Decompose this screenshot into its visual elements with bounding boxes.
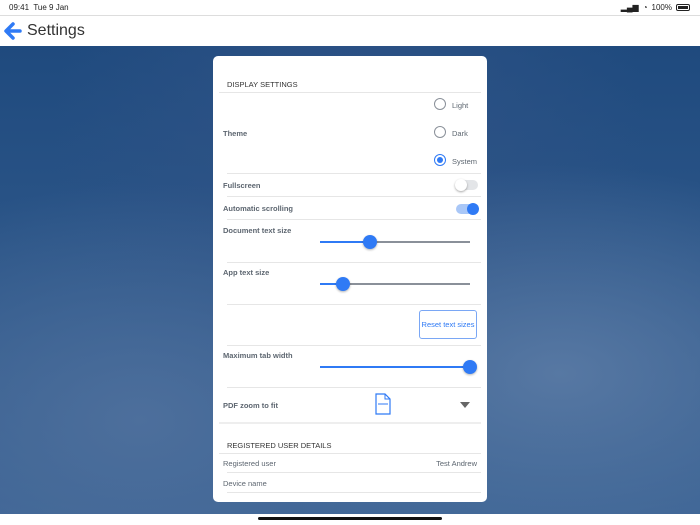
signal-icon: ▂▄▆ (620, 3, 639, 12)
theme-light-label: Light (452, 101, 469, 110)
status-indicators: ▂▄▆ ◔ 100% (621, 3, 690, 12)
auto-scroll-label: Automatic scrolling (223, 204, 294, 213)
back-button[interactable] (3, 21, 23, 46)
registered-user-value: Test Andrew (436, 459, 477, 468)
dropdown-arrow-icon[interactable] (460, 402, 470, 408)
wifi-icon: ◔ (642, 3, 648, 12)
nav-bar: Settings (0, 15, 700, 46)
doc-text-size-label: Document text size (223, 226, 292, 235)
theme-system-label: System (452, 157, 478, 166)
auto-scroll-toggle[interactable] (456, 203, 479, 215)
max-tab-width-slider[interactable] (320, 360, 477, 374)
fullscreen-toggle[interactable] (455, 179, 478, 191)
page-title: Settings (27, 22, 85, 39)
slider-thumb[interactable] (463, 360, 477, 374)
battery-percent: 100% (651, 3, 672, 12)
app-text-size-slider[interactable] (320, 277, 470, 291)
battery-icon (676, 4, 690, 11)
theme-system-radio[interactable] (434, 154, 446, 166)
device-name-label: Device name (223, 479, 267, 488)
theme-dark-radio[interactable] (434, 126, 446, 138)
back-arrow-icon (4, 22, 22, 40)
app-text-size-label: App text size (223, 268, 270, 277)
registered-user-header: REGISTERED USER DETAILS (227, 441, 332, 450)
fit-width-page-icon[interactable] (375, 393, 391, 415)
pdf-zoom-label: PDF zoom to fit (223, 401, 278, 410)
settings-panel: DISPLAY SETTINGS Light Theme Dark System… (213, 56, 487, 502)
theme-label: Theme (223, 129, 248, 138)
display-settings-header: DISPLAY SETTINGS (227, 80, 298, 89)
fullscreen-label: Fullscreen (223, 181, 261, 190)
registered-user-label: Registered user (223, 459, 276, 468)
home-indicator (258, 517, 442, 520)
doc-text-size-slider[interactable] (320, 235, 470, 249)
theme-dark-label: Dark (452, 129, 468, 138)
max-tab-width-label: Maximum tab width (223, 351, 293, 360)
slider-thumb[interactable] (335, 277, 350, 291)
reset-text-sizes-button[interactable]: Reset text sizes (419, 310, 477, 339)
status-bar: 09:41 Tue 9 Jan ▂▄▆ ◔ 100% (0, 0, 700, 15)
theme-light-radio[interactable] (434, 98, 446, 110)
slider-thumb[interactable] (362, 235, 377, 249)
status-time: 09:41 Tue 9 Jan (9, 3, 69, 12)
